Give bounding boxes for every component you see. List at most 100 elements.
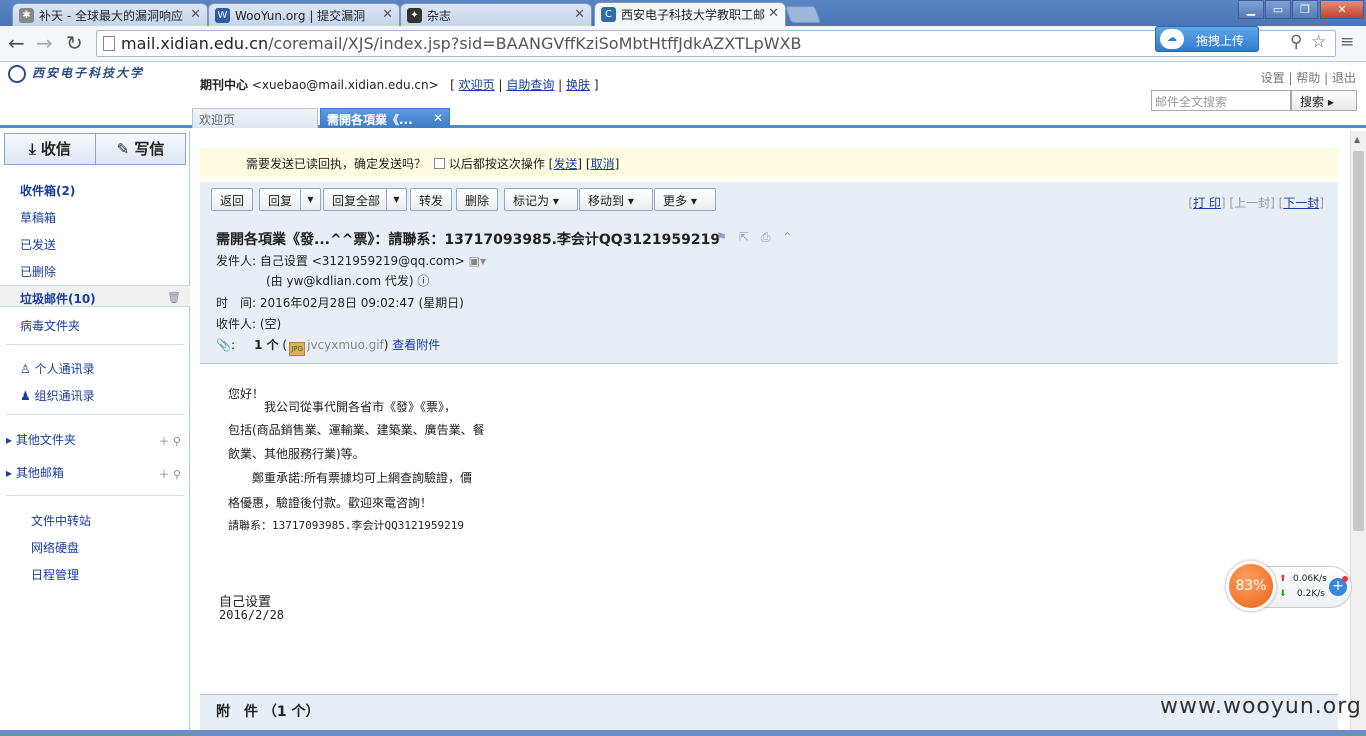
reply-all-button[interactable]: 回复全部 ▼ (323, 188, 407, 211)
sender[interactable]: 自己设置 <3121959219@qq.com> (260, 254, 465, 268)
cancel-receipt-link[interactable]: 取消 (591, 157, 615, 171)
expand-arrow-icon: ▸ (6, 466, 13, 480)
chevron-down-icon: ▾ (552, 194, 559, 208)
drag-upload-extension[interactable]: ☁ 拖拽上传 (1155, 26, 1259, 52)
popout-icon[interactable]: ⇱ (739, 230, 761, 244)
close-icon[interactable]: ✕ (190, 7, 201, 22)
sidebar-item-other-mailboxes[interactable]: ▸ 其他邮箱 (6, 464, 64, 481)
url-path: /coremail/XJS/index.jsp?sid=BAANGVffKziS… (268, 34, 802, 53)
self-query-link[interactable]: 自助查询 (506, 78, 554, 92)
contact-card-icon[interactable]: ▣▾ (469, 254, 486, 268)
minimize-icon[interactable]: ▁ (1238, 0, 1264, 19)
new-tab-button[interactable] (784, 6, 822, 23)
delete-button[interactable]: 删除 (456, 188, 499, 211)
reload-icon[interactable]: ↻ (66, 32, 83, 54)
window-close-icon[interactable]: ✕ (1320, 0, 1364, 19)
sidebar-item-personal-contacts[interactable]: ♙ 个人通讯录 (20, 360, 95, 377)
from-row: 发件人: 自己设置 <3121959219@qq.com> ▣▾ (216, 252, 486, 269)
signature-date: 2016/2/28 (219, 608, 285, 622)
address-bar[interactable]: mail.xidian.edu.cn/coremail/XJS/index.js… (96, 30, 1336, 57)
upload-rate: 0.06K/s (1293, 574, 1327, 584)
sidebar-item-file-transfer[interactable]: 文件中转站 (31, 512, 91, 529)
sidebar-item-deleted[interactable]: 已删除 (20, 263, 56, 280)
compose-button[interactable]: ✎ 写信 (95, 134, 185, 164)
move-to-button[interactable]: 移动到 ▾ (579, 188, 653, 211)
sidebar-item-virus[interactable]: 病毒文件夹 (20, 317, 80, 334)
close-icon[interactable]: ✕ (574, 7, 585, 22)
sidebar-item-org-contacts[interactable]: ♟ 组织通讯录 (20, 387, 95, 404)
remember-checkbox[interactable] (433, 158, 445, 169)
attach-filename[interactable]: jvcyxmuo.gif (307, 338, 384, 352)
page-icon (103, 36, 115, 51)
forward-icon[interactable]: → (36, 32, 53, 54)
sidebar-item-netdisk[interactable]: 网络硬盘 (31, 539, 79, 556)
taskbar (0, 730, 1366, 736)
mail-tab-welcome[interactable]: 欢迎页 (192, 108, 318, 128)
memory-usage-circle[interactable]: 83% (1226, 561, 1276, 611)
browser-tab-magazine[interactable]: ✦ 杂志 ✕ (400, 3, 592, 26)
back-button[interactable]: 返回 (211, 188, 254, 211)
back-icon[interactable]: ← (8, 32, 25, 54)
sidebar-item-inbox[interactable]: 收件箱(2) (20, 182, 75, 199)
settings-link[interactable]: 设置 (1261, 71, 1285, 85)
help-icon[interactable]: ⓘ (417, 274, 429, 288)
star-icon: ✱ (19, 8, 34, 23)
logout-link[interactable]: 退出 (1332, 71, 1356, 85)
wrench-icon[interactable]: ⚲ (1290, 32, 1302, 52)
chevron-down-icon[interactable]: ▼ (300, 189, 320, 210)
from-label: 发件人: (216, 254, 257, 268)
next-mail-link[interactable]: 下一封 (1283, 196, 1319, 210)
sidebar-item-sent[interactable]: 已发送 (20, 236, 56, 253)
scrollbar[interactable]: ▲ (1350, 131, 1366, 736)
flag-icon[interactable]: ⚑ (716, 230, 739, 244)
paperclip-icon: 📎 (216, 338, 231, 352)
browser-tab-mail[interactable]: C 西安电子科技大学教职工邮 ✕ (594, 2, 786, 26)
download-icon: ⤓ (29, 140, 36, 158)
trash-icon[interactable]: 🗑 (167, 291, 181, 304)
bookmark-star-icon[interactable]: ☆ (1311, 32, 1326, 52)
close-icon[interactable]: ✕ (382, 7, 393, 22)
send-receipt-link[interactable]: 发送 (553, 157, 577, 171)
menu-icon[interactable]: ≡ (1340, 32, 1354, 52)
browser-tab-wooyun[interactable]: W WooYun.org | 提交漏洞 ✕ (208, 3, 400, 26)
more-button[interactable]: 更多 ▾ (654, 188, 716, 211)
forward-button[interactable]: 转发 (410, 188, 453, 211)
maximize-icon[interactable]: ❐ (1292, 0, 1318, 19)
via-sender: (由 yw@kdlian.com 代发) (266, 274, 414, 288)
button-label: 回复 (268, 194, 293, 208)
recipient: (空) (259, 317, 282, 331)
mark-as-button[interactable]: 标记为 ▾ (504, 188, 578, 211)
scroll-up-icon[interactable]: ▲ (1354, 135, 1360, 144)
view-attachment-link[interactable]: 查看附件 (392, 338, 440, 352)
cloud-icon: ☁ (1160, 29, 1184, 49)
body-line: 您好！ (228, 387, 265, 401)
close-icon[interactable]: ✕ (768, 6, 779, 21)
print-icon[interactable]: ⎙ (761, 230, 783, 244)
wooyun-icon: W (215, 8, 230, 23)
mail-tab-message[interactable]: 需開各項業《... ✕ (320, 108, 450, 128)
sidebar-item-calendar[interactable]: 日程管理 (31, 566, 79, 583)
add-folder-icon[interactable]: ＋ ⚲ (158, 433, 181, 449)
change-skin-link[interactable]: 换肤 (566, 78, 590, 92)
download-rate: 0.2K/s (1297, 589, 1325, 599)
coremail-icon: C (601, 7, 616, 22)
help-link[interactable]: 帮助 (1296, 71, 1320, 85)
browser-tab-butian[interactable]: ✱ 补天 - 全球最大的漏洞响应 ✕ (12, 3, 208, 26)
reply-button[interactable]: 回复 ▼ (259, 188, 321, 211)
sidebar-item-drafts[interactable]: 草稿箱 (20, 209, 56, 226)
sidebar-item-other-folders[interactable]: ▸ 其他文件夹 (6, 431, 76, 448)
collapse-icon[interactable]: ⌃ (782, 230, 804, 244)
welcome-link[interactable]: 欢迎页 (459, 78, 495, 92)
sidebar-item-spam[interactable]: 垃圾邮件(10) (20, 290, 96, 307)
mail-subject: 需開各項業《發...^^票》：請聯系：13717093985.李会计QQ3121… (216, 232, 721, 248)
restore-icon[interactable]: ▭ (1265, 0, 1291, 19)
print-link[interactable]: 打 印 (1193, 196, 1221, 210)
scroll-thumb[interactable] (1353, 151, 1364, 531)
add-mailbox-icon[interactable]: ＋ ⚲ (158, 466, 181, 482)
prev-mail-link[interactable]: 上一封 (1234, 196, 1270, 210)
button-label: 转发 (419, 194, 444, 208)
tab-title: WooYun.org | 提交漏洞 (235, 9, 366, 23)
receive-button[interactable]: ⤓ 收信 (5, 134, 95, 164)
chevron-down-icon[interactable]: ▼ (386, 189, 406, 210)
close-icon[interactable]: ✕ (433, 111, 443, 125)
